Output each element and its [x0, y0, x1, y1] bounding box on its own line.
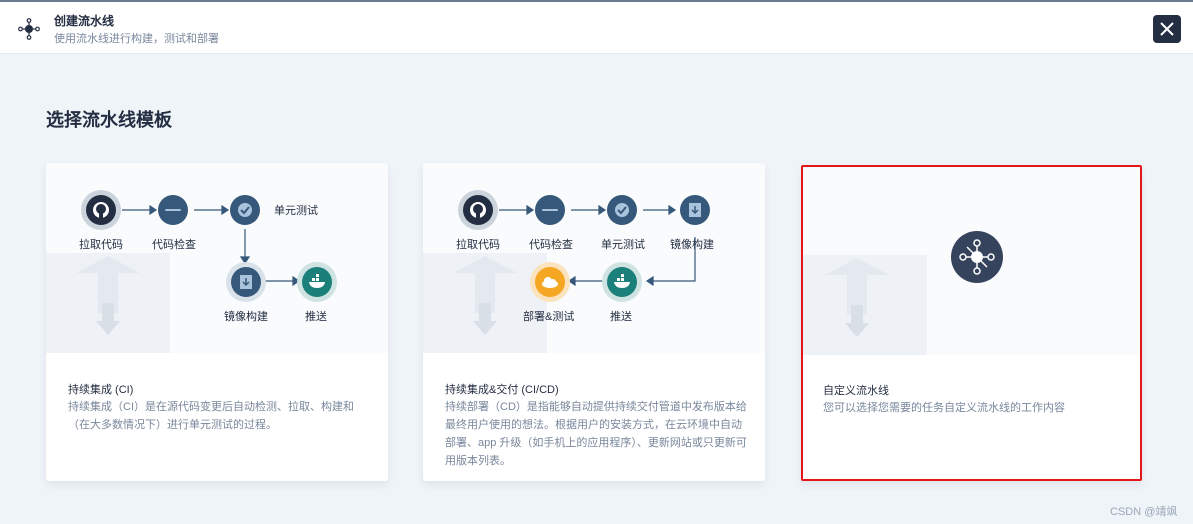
image-build-icon: [231, 267, 261, 297]
close-button[interactable]: [1153, 15, 1181, 43]
code-check-icon: [158, 195, 188, 225]
pipeline-icon: [951, 231, 1003, 283]
ci-diagram: 拉取代码 代码检查 单元测试 镜像构建 推送: [46, 163, 388, 353]
step-label: 拉取代码: [456, 239, 500, 251]
card-description: 您可以选择您需要的任务自定义流水线的工作内容: [823, 402, 1065, 414]
watermark: CSDN @靖飒: [1110, 506, 1178, 518]
step-label: 推送: [305, 311, 327, 323]
section-title: 选择流水线模板: [46, 110, 172, 130]
image-build-icon: [680, 195, 710, 225]
card-title: 持续集成&交付 (CI/CD): [445, 384, 559, 396]
step-label: 推送: [610, 311, 632, 323]
github-icon: [463, 195, 493, 225]
custom-diagram: [803, 167, 1140, 355]
card-title: 持续集成 (CI): [68, 384, 134, 396]
card-title: 自定义流水线: [823, 385, 889, 397]
modal-subtitle: 使用流水线进行构建，测试和部署: [54, 33, 219, 45]
cicd-diagram: 拉取代码 代码检查 单元测试 镜像构建 推送 部署&测试: [423, 163, 765, 353]
step-label: 部署&测试: [523, 311, 575, 323]
template-card-ci[interactable]: 拉取代码 代码检查 单元测试 镜像构建 推送 持续集成 (CI) 持续集成（CI…: [46, 163, 388, 481]
step-label: 单元测试: [274, 205, 318, 217]
step-label: 拉取代码: [79, 239, 123, 251]
docker-icon: [302, 267, 332, 297]
code-check-icon: [535, 195, 565, 225]
check-icon: [230, 195, 260, 225]
step-label: 代码检查: [152, 239, 196, 251]
modal-header: 创建流水线 使用流水线进行构建，测试和部署: [0, 2, 1193, 54]
step-label: 单元测试: [601, 239, 645, 251]
github-icon: [86, 195, 116, 225]
cloud-icon: [535, 267, 565, 297]
docker-icon: [607, 267, 637, 297]
template-card-custom[interactable]: 自定义流水线 您可以选择您需要的任务自定义流水线的工作内容: [801, 165, 1142, 481]
card-description: 持续部署（CD）是指能够自动提供持续交付管道中发布版本给最终用户使用的想法。根据…: [445, 401, 747, 467]
close-icon: [1160, 22, 1174, 36]
template-card-cicd[interactable]: 拉取代码 代码检查 单元测试 镜像构建 推送 部署&测试 持续集成&交付 (CI…: [423, 163, 765, 481]
step-label: 代码检查: [529, 239, 573, 251]
check-icon: [607, 195, 637, 225]
modal-title: 创建流水线: [54, 14, 115, 28]
step-label: 镜像构建: [670, 239, 714, 251]
step-label: 镜像构建: [224, 311, 268, 323]
pipeline-icon: [18, 18, 40, 40]
card-description: 持续集成（CI）是在源代码变更后自动检测、拉取、构建和（在大多数情况下）进行单元…: [68, 401, 354, 431]
